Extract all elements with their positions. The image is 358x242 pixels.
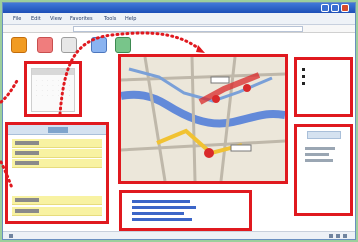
calendar-header <box>32 69 74 75</box>
menu-view[interactable]: View <box>50 15 62 23</box>
settings-icon[interactable] <box>115 37 131 53</box>
map-marker[interactable] <box>204 148 214 158</box>
schedule-header <box>8 125 106 135</box>
minimize-icon[interactable] <box>321 4 329 12</box>
calendar-days: · · · · · · · · · · · · · · · · · · · · · · · · · · · · <box>36 78 70 97</box>
status-indicator <box>343 234 347 238</box>
heart-icon[interactable] <box>37 37 53 53</box>
menu-file[interactable]: File <box>13 15 21 23</box>
detail-link[interactable] <box>132 200 190 203</box>
phone-icon[interactable] <box>61 37 77 53</box>
schedule-title <box>48 127 68 133</box>
status-indicator <box>329 234 333 238</box>
title-bar <box>3 3 355 13</box>
map-label <box>230 144 252 152</box>
map-marker[interactable] <box>243 84 251 92</box>
info-line <box>305 147 335 150</box>
row-text <box>15 161 39 165</box>
address-bar <box>3 25 355 33</box>
menu-bar: File Edit View Favorites Tools Help <box>3 13 355 25</box>
home-icon[interactable] <box>11 37 27 53</box>
legend-item <box>302 75 307 79</box>
legend-item <box>302 68 307 72</box>
detail-link[interactable] <box>132 212 184 215</box>
map-label <box>210 76 230 84</box>
row-text <box>15 141 39 145</box>
info-list-panel <box>294 124 353 216</box>
info-line <box>305 153 329 156</box>
address-input[interactable] <box>73 26 303 32</box>
status-indicator <box>9 234 13 238</box>
map-panel[interactable] <box>118 54 288 184</box>
mini-calendar[interactable]: · · · · · · · · · · · · · · · · · · · · · · · · · · · · <box>31 68 75 112</box>
close-icon[interactable] <box>341 4 349 12</box>
menu-favorites[interactable]: Favorites <box>70 15 93 23</box>
globe-icon[interactable] <box>91 37 107 53</box>
details-panel <box>119 190 252 231</box>
calendar-panel: · · · · · · · · · · · · · · · · · · · · · · · · · · · · <box>24 61 82 117</box>
schedule-row[interactable] <box>12 207 102 216</box>
schedule-row[interactable] <box>12 159 102 168</box>
row-text <box>15 151 39 155</box>
status-indicator <box>336 234 340 238</box>
detail-link[interactable] <box>132 206 196 209</box>
schedule-panel <box>5 122 109 224</box>
schedule-row[interactable] <box>12 139 102 148</box>
window-title <box>21 4 231 12</box>
info-line <box>305 159 333 162</box>
info-list-header <box>307 131 341 139</box>
status-bar <box>3 231 355 239</box>
detail-link[interactable] <box>132 218 192 221</box>
menu-help[interactable]: Help <box>125 15 136 23</box>
menu-tools[interactable]: Tools <box>104 15 116 23</box>
menu-edit[interactable]: Edit <box>31 15 41 23</box>
legend-item <box>302 82 307 86</box>
row-text <box>15 198 39 202</box>
map-marker[interactable] <box>212 95 220 103</box>
maximize-icon[interactable] <box>331 4 339 12</box>
map-view[interactable] <box>121 57 285 181</box>
schedule-row[interactable] <box>12 196 102 205</box>
legend-panel <box>294 57 353 117</box>
schedule-row[interactable] <box>12 149 102 158</box>
row-text <box>15 209 39 213</box>
